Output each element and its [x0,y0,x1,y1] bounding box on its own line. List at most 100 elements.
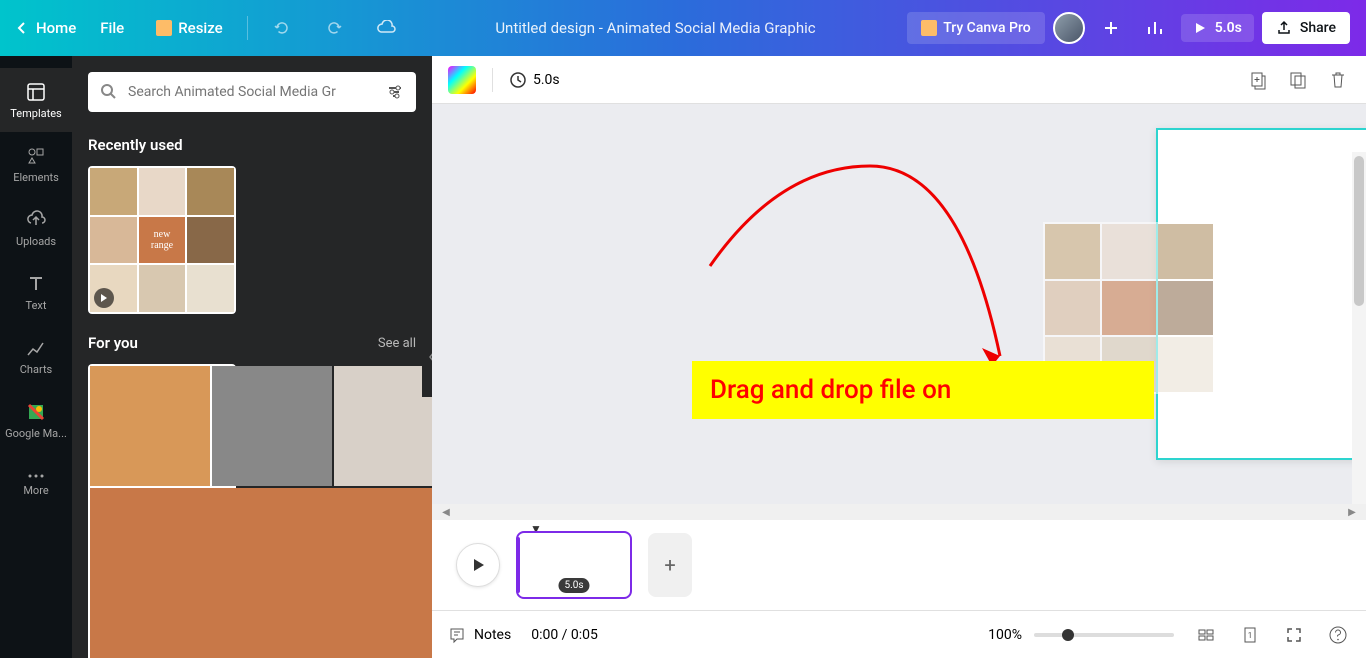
canvas-viewport[interactable] [432,104,1366,504]
nav-label: More [23,484,48,497]
avatar[interactable] [1053,12,1085,44]
help-button[interactable] [1326,623,1350,647]
crown-icon [921,20,937,36]
frame-duration-badge: 5.0s [558,578,589,593]
panel-content[interactable]: Recently used new range For you See all … [72,128,432,658]
duration-label: 5.0s [533,72,560,88]
nav-elements[interactable]: Elements [0,132,72,196]
notes-button[interactable]: Notes [448,626,511,644]
search-box[interactable] [88,72,416,112]
preview-button[interactable]: 5.0s [1181,14,1254,42]
search-input[interactable] [128,84,376,100]
play-icon [470,557,486,573]
design-title[interactable]: Untitled design - Animated Social Media … [412,19,900,37]
elements-icon [25,145,47,167]
nav-label: Google Ma... [5,427,67,440]
nav-more[interactable]: More [0,452,72,516]
page-duration-button[interactable]: 5.0s [509,71,560,89]
delete-page-button[interactable] [1326,68,1350,92]
grid-view-button[interactable] [1194,623,1218,647]
fullscreen-button[interactable] [1282,623,1306,647]
home-button[interactable]: Home [16,19,76,37]
timeline-frame[interactable]: 5.0s [516,531,632,599]
scroll-right-arrow[interactable]: ▶ [1346,506,1358,518]
vertical-scrollbar[interactable] [1352,152,1366,504]
section-title: Recently used [88,136,183,154]
nav-templates[interactable]: Templates [0,68,72,132]
play-overlay-icon [94,288,114,308]
horizontal-scrollbar[interactable]: ◀ ▶ [432,504,1366,520]
scroll-left-arrow[interactable]: ◀ [440,506,452,518]
plus-icon [1102,19,1120,37]
charts-icon [25,337,47,359]
notes-label: Notes [474,627,511,643]
redo-icon [325,19,343,37]
undo-icon [273,19,291,37]
templates-icon [25,81,47,103]
template-recently-used[interactable]: new range [88,166,236,314]
upload-icon [1276,20,1292,36]
canvas-area: 5.0s [432,56,1366,658]
clock-icon [509,71,527,89]
add-member-button[interactable] [1093,10,1129,46]
zoom-value[interactable]: 100% [988,627,1022,643]
insights-button[interactable] [1137,10,1173,46]
zoom-control: 100% [988,627,1174,643]
notes-icon [448,626,466,644]
bottombar: Notes 0:00 / 0:05 100% 1 [432,610,1366,658]
uploads-icon [25,209,47,231]
try-pro-label: Try Canva Pro [943,20,1030,36]
cloud-sync-button[interactable] [368,10,404,46]
text-icon [25,273,47,295]
preview-duration: 5.0s [1215,20,1242,36]
timeline-play-button[interactable] [456,543,500,587]
page-view-button[interactable]: 1 [1238,623,1262,647]
undo-button[interactable] [264,10,300,46]
scrollbar-thumb[interactable] [1354,156,1364,306]
redo-button[interactable] [316,10,352,46]
topbar-right: Try Canva Pro 5.0s Share [907,10,1350,46]
divider [492,68,493,92]
share-label: Share [1300,20,1336,36]
search-icon [100,83,118,101]
resize-label: Resize [178,19,222,37]
home-label: Home [36,19,76,37]
try-pro-button[interactable]: Try Canva Pro [907,12,1044,44]
filter-icon[interactable] [386,83,404,101]
see-all-link[interactable]: See all [378,336,416,351]
nav-label: Templates [10,107,61,120]
for-you-header: For you See all [88,334,416,352]
time-display: 0:00 / 0:05 [531,627,598,643]
svg-text:1: 1 [1248,631,1253,640]
nav-google-maps[interactable]: Google Ma... [0,388,72,452]
search-row [72,56,432,128]
topbar: Home File Resize Untitled design - Anima… [0,0,1366,56]
nav-charts[interactable]: Charts [0,324,72,388]
chart-icon [1146,19,1164,37]
nav-uploads[interactable]: Uploads [0,196,72,260]
timeline: ▼ 5.0s + [432,520,1366,610]
cloud-icon [376,20,396,36]
add-page-button[interactable] [1246,68,1270,92]
nav-label: Text [26,299,47,312]
add-frame-button[interactable]: + [648,533,692,597]
map-icon [25,401,47,423]
file-button[interactable]: File [92,19,132,37]
topbar-left: Home File Resize [16,10,404,46]
sidenav: Templates Elements Uploads Text Charts G… [0,56,72,658]
share-button[interactable]: Share [1262,12,1350,44]
more-icon [25,472,47,480]
template-for-you[interactable]: I'm at my happiest at home [88,364,236,658]
recently-used-header: Recently used [88,136,416,154]
main: Templates Elements Uploads Text Charts G… [0,56,1366,658]
zoom-thumb[interactable] [1062,629,1074,641]
zoom-slider[interactable] [1034,633,1174,637]
duplicate-page-button[interactable] [1286,68,1310,92]
section-title: For you [88,334,138,352]
nav-text[interactable]: Text [0,260,72,324]
resize-button[interactable]: Resize [148,19,230,37]
divider [247,16,248,40]
nav-label: Elements [13,171,59,184]
background-color-button[interactable] [448,66,476,94]
nav-label: Uploads [16,235,56,248]
